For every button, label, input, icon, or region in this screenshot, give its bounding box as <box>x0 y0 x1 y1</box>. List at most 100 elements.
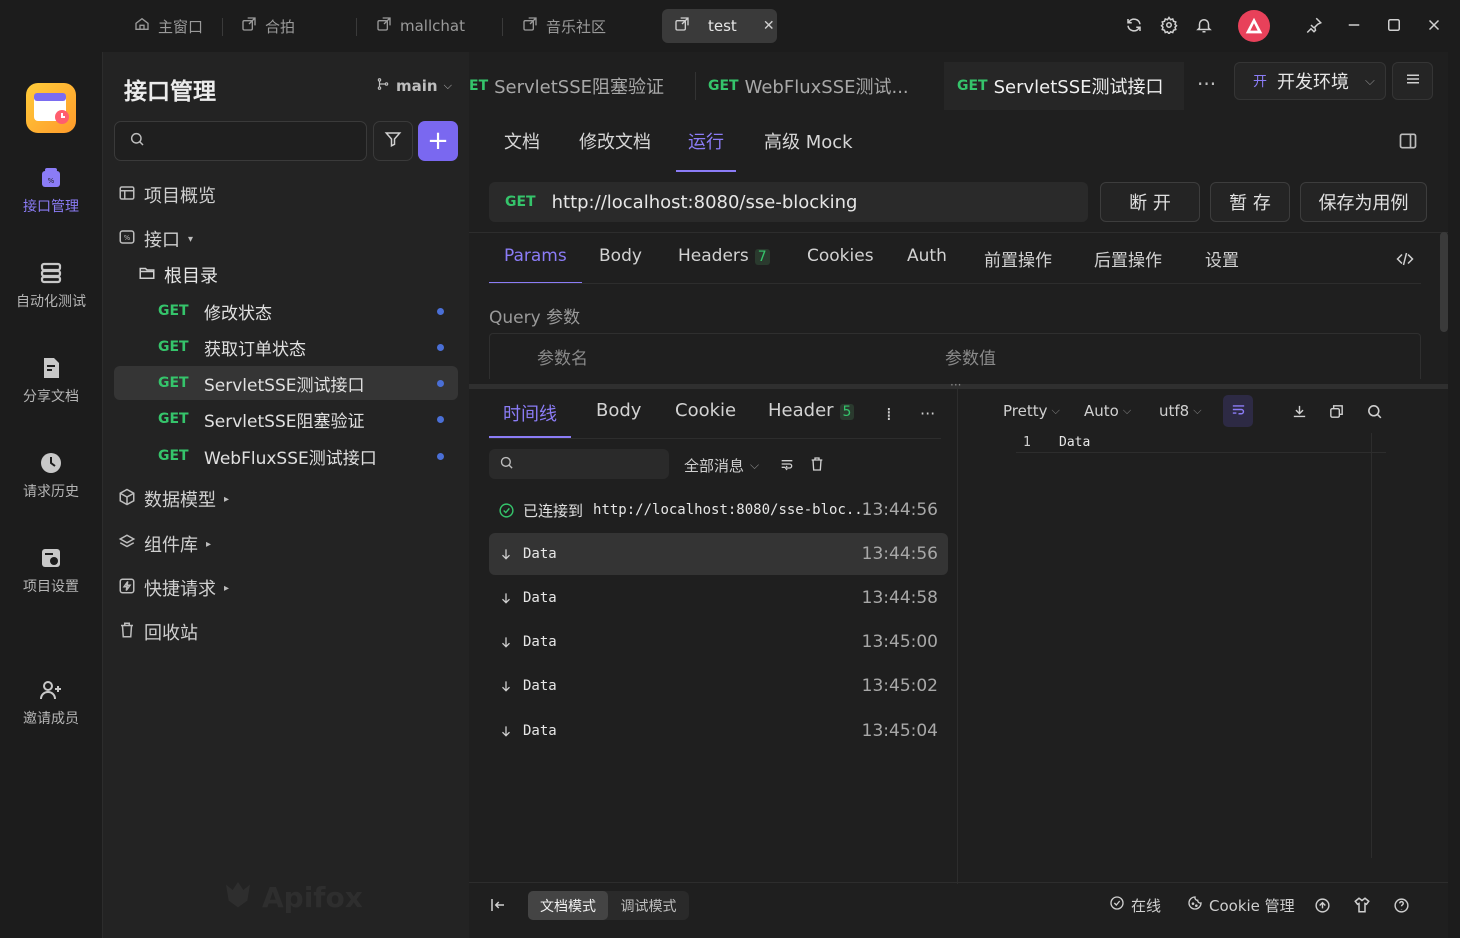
wrap-icon[interactable] <box>779 456 795 476</box>
copy-icon[interactable] <box>1326 401 1346 421</box>
window-tab-home[interactable]: 主窗口 <box>134 9 203 43</box>
nav-automation[interactable]: 自动化测试 <box>0 261 102 311</box>
add-button[interactable]: + <box>418 121 458 161</box>
sidebar-search-input[interactable] <box>153 133 343 149</box>
nav-history[interactable]: 请求历史 <box>0 451 102 501</box>
api-item[interactable]: GET 修改状态 <box>114 294 458 328</box>
mode-select[interactable]: Auto ⌵ <box>1084 402 1131 420</box>
timeline-message[interactable]: Data 13:45:04 <box>489 710 948 752</box>
nav-api-management[interactable]: % 接口管理 <box>0 166 102 216</box>
debug-mode-button[interactable]: 调试模式 <box>608 891 689 920</box>
more-icon[interactable]: ··· <box>920 404 935 423</box>
encoding-select[interactable]: utf8 ⌵ <box>1159 402 1202 420</box>
window-tab-music[interactable]: 音乐社区 <box>522 9 606 43</box>
editor-tab-active[interactable]: GET ServletSSE测试接口 <box>957 62 1164 110</box>
api-icon: % <box>118 228 136 251</box>
more-tabs-icon[interactable]: ··· <box>1197 72 1216 96</box>
message-filter-dropdown[interactable]: 全部消息 ⌵ <box>684 455 759 476</box>
doc-mode-button[interactable]: 文档模式 <box>528 891 608 920</box>
code-icon[interactable] <box>1396 250 1414 272</box>
url-bar[interactable]: GET http://localhost:8080/sse-blocking <box>489 182 1088 222</box>
wrap-lines-button[interactable] <box>1223 395 1253 427</box>
help-icon[interactable] <box>1393 874 1410 936</box>
tab-body[interactable]: Body <box>599 246 642 284</box>
tab-params[interactable]: Params <box>489 246 582 284</box>
tree-quick-request[interactable]: 快捷请求 ▸ <box>118 575 229 601</box>
window-tab-test[interactable]: test ✕ <box>662 9 777 43</box>
api-item[interactable]: GET ServletSSE阻塞验证 <box>114 402 458 436</box>
tab-advanced-mock[interactable]: 高级 Mock <box>764 128 853 172</box>
tab-response-body[interactable]: Body <box>596 400 641 438</box>
bell-icon[interactable] <box>1193 14 1215 36</box>
window-tab-mallchat[interactable]: mallchat <box>376 9 465 43</box>
collapse-sidebar-icon[interactable] <box>489 896 507 918</box>
menu-button[interactable] <box>1392 62 1433 100</box>
tree-recycle-bin[interactable]: 回收站 <box>118 619 198 645</box>
tab-pre-processors[interactable]: 前置操作 <box>984 246 1052 284</box>
panel-toggle-icon[interactable] <box>1398 131 1418 155</box>
nav-share-doc[interactable]: 分享文档 <box>0 356 102 406</box>
branch-selector[interactable]: main ⌵ <box>376 77 452 95</box>
nav-invite-member[interactable]: 邀请成员 <box>0 678 102 728</box>
tree-api-group[interactable]: % 接口 ▾ <box>118 226 193 252</box>
format-select[interactable]: Pretty ⌵ <box>1003 402 1060 420</box>
api-item[interactable]: GET WebFluxSSE测试接口 <box>114 439 458 473</box>
minimize-icon[interactable] <box>1343 14 1365 36</box>
tree-root-folder[interactable]: 根目录 <box>138 262 218 288</box>
tab-run[interactable]: 运行 <box>676 128 736 172</box>
url-input[interactable]: http://localhost:8080/sse-blocking <box>552 192 858 213</box>
mode-switch[interactable]: 文档模式 调试模式 <box>528 891 689 920</box>
environment-selector[interactable]: 开 开发环境 ⌵ <box>1234 62 1386 100</box>
refresh-icon[interactable] <box>1123 14 1145 36</box>
tab-cookies[interactable]: Cookies <box>807 246 874 284</box>
save-as-case-button[interactable]: 保存为用例 <box>1300 182 1427 222</box>
timeline-message[interactable]: Data 13:45:00 <box>489 621 948 663</box>
download-icon[interactable] <box>1289 401 1309 421</box>
avatar[interactable] <box>1238 10 1270 42</box>
tree-data-model[interactable]: 数据模型 ▸ <box>118 486 229 512</box>
timeline-message[interactable]: Data 13:44:58 <box>489 577 948 619</box>
settings-icon[interactable] <box>1158 14 1180 36</box>
timeline-connected[interactable]: 已连接到 http://localhost:8080/sse-bloc... 1… <box>489 489 948 531</box>
tab-response-cookie[interactable]: Cookie <box>675 400 736 438</box>
tab-doc[interactable]: 文档 <box>504 128 540 172</box>
cookie-management[interactable]: Cookie 管理 <box>1187 874 1295 936</box>
tab-settings[interactable]: 设置 <box>1205 246 1239 284</box>
sidebar-search[interactable] <box>114 121 367 161</box>
window-tab-hepai[interactable]: 合拍 <box>241 9 295 43</box>
api-item-selected[interactable]: GET ServletSSE测试接口 <box>114 366 458 400</box>
shirt-icon[interactable] <box>1353 874 1371 936</box>
tab-post-processors[interactable]: 后置操作 <box>1094 246 1162 284</box>
tab-edit-doc[interactable]: 修改文档 <box>579 128 651 172</box>
close-icon[interactable] <box>1423 14 1445 36</box>
scrollbar[interactable] <box>1440 232 1448 332</box>
tree-project-overview[interactable]: 项目概览 <box>118 182 216 208</box>
disconnect-button[interactable]: 断 开 <box>1100 182 1200 222</box>
tab-response-header[interactable]: Header 5 <box>768 400 855 438</box>
timeline-search[interactable] <box>489 449 669 479</box>
timeline-message[interactable]: Data 13:44:56 <box>489 533 948 575</box>
save-temp-button[interactable]: 暂 存 <box>1210 182 1290 222</box>
editor-tab[interactable]: GET WebFluxSSE测试... <box>708 62 909 110</box>
filter-button[interactable] <box>373 121 413 161</box>
drag-handle-icon[interactable]: ··· <box>950 378 961 392</box>
timeline-message[interactable]: Data 13:45:02 <box>489 665 948 707</box>
editor-tab[interactable]: ET ServletSSE阻塞验证 <box>469 62 664 110</box>
arrow-down-icon <box>489 724 523 738</box>
api-item[interactable]: GET 获取订单状态 <box>114 330 458 364</box>
split-icon[interactable]: ⁞ <box>886 404 892 425</box>
upload-icon[interactable] <box>1314 874 1331 936</box>
tab-headers[interactable]: Headers 7 <box>678 246 770 284</box>
nav-project-settings[interactable]: 项目设置 <box>0 546 102 596</box>
tab-timeline[interactable]: 时间线 <box>489 400 571 438</box>
tab-auth[interactable]: Auth <box>907 246 947 284</box>
pin-icon[interactable] <box>1303 14 1325 36</box>
tree-component-library[interactable]: 组件库 ▸ <box>118 531 211 557</box>
arrow-down-icon <box>489 591 523 605</box>
maximize-icon[interactable] <box>1383 14 1405 36</box>
online-status[interactable]: 在线 <box>1109 874 1161 936</box>
close-tab-icon[interactable]: ✕ <box>763 18 775 34</box>
filter-icon <box>384 130 402 152</box>
search-icon[interactable] <box>1364 401 1384 421</box>
clear-icon[interactable] <box>809 456 825 476</box>
